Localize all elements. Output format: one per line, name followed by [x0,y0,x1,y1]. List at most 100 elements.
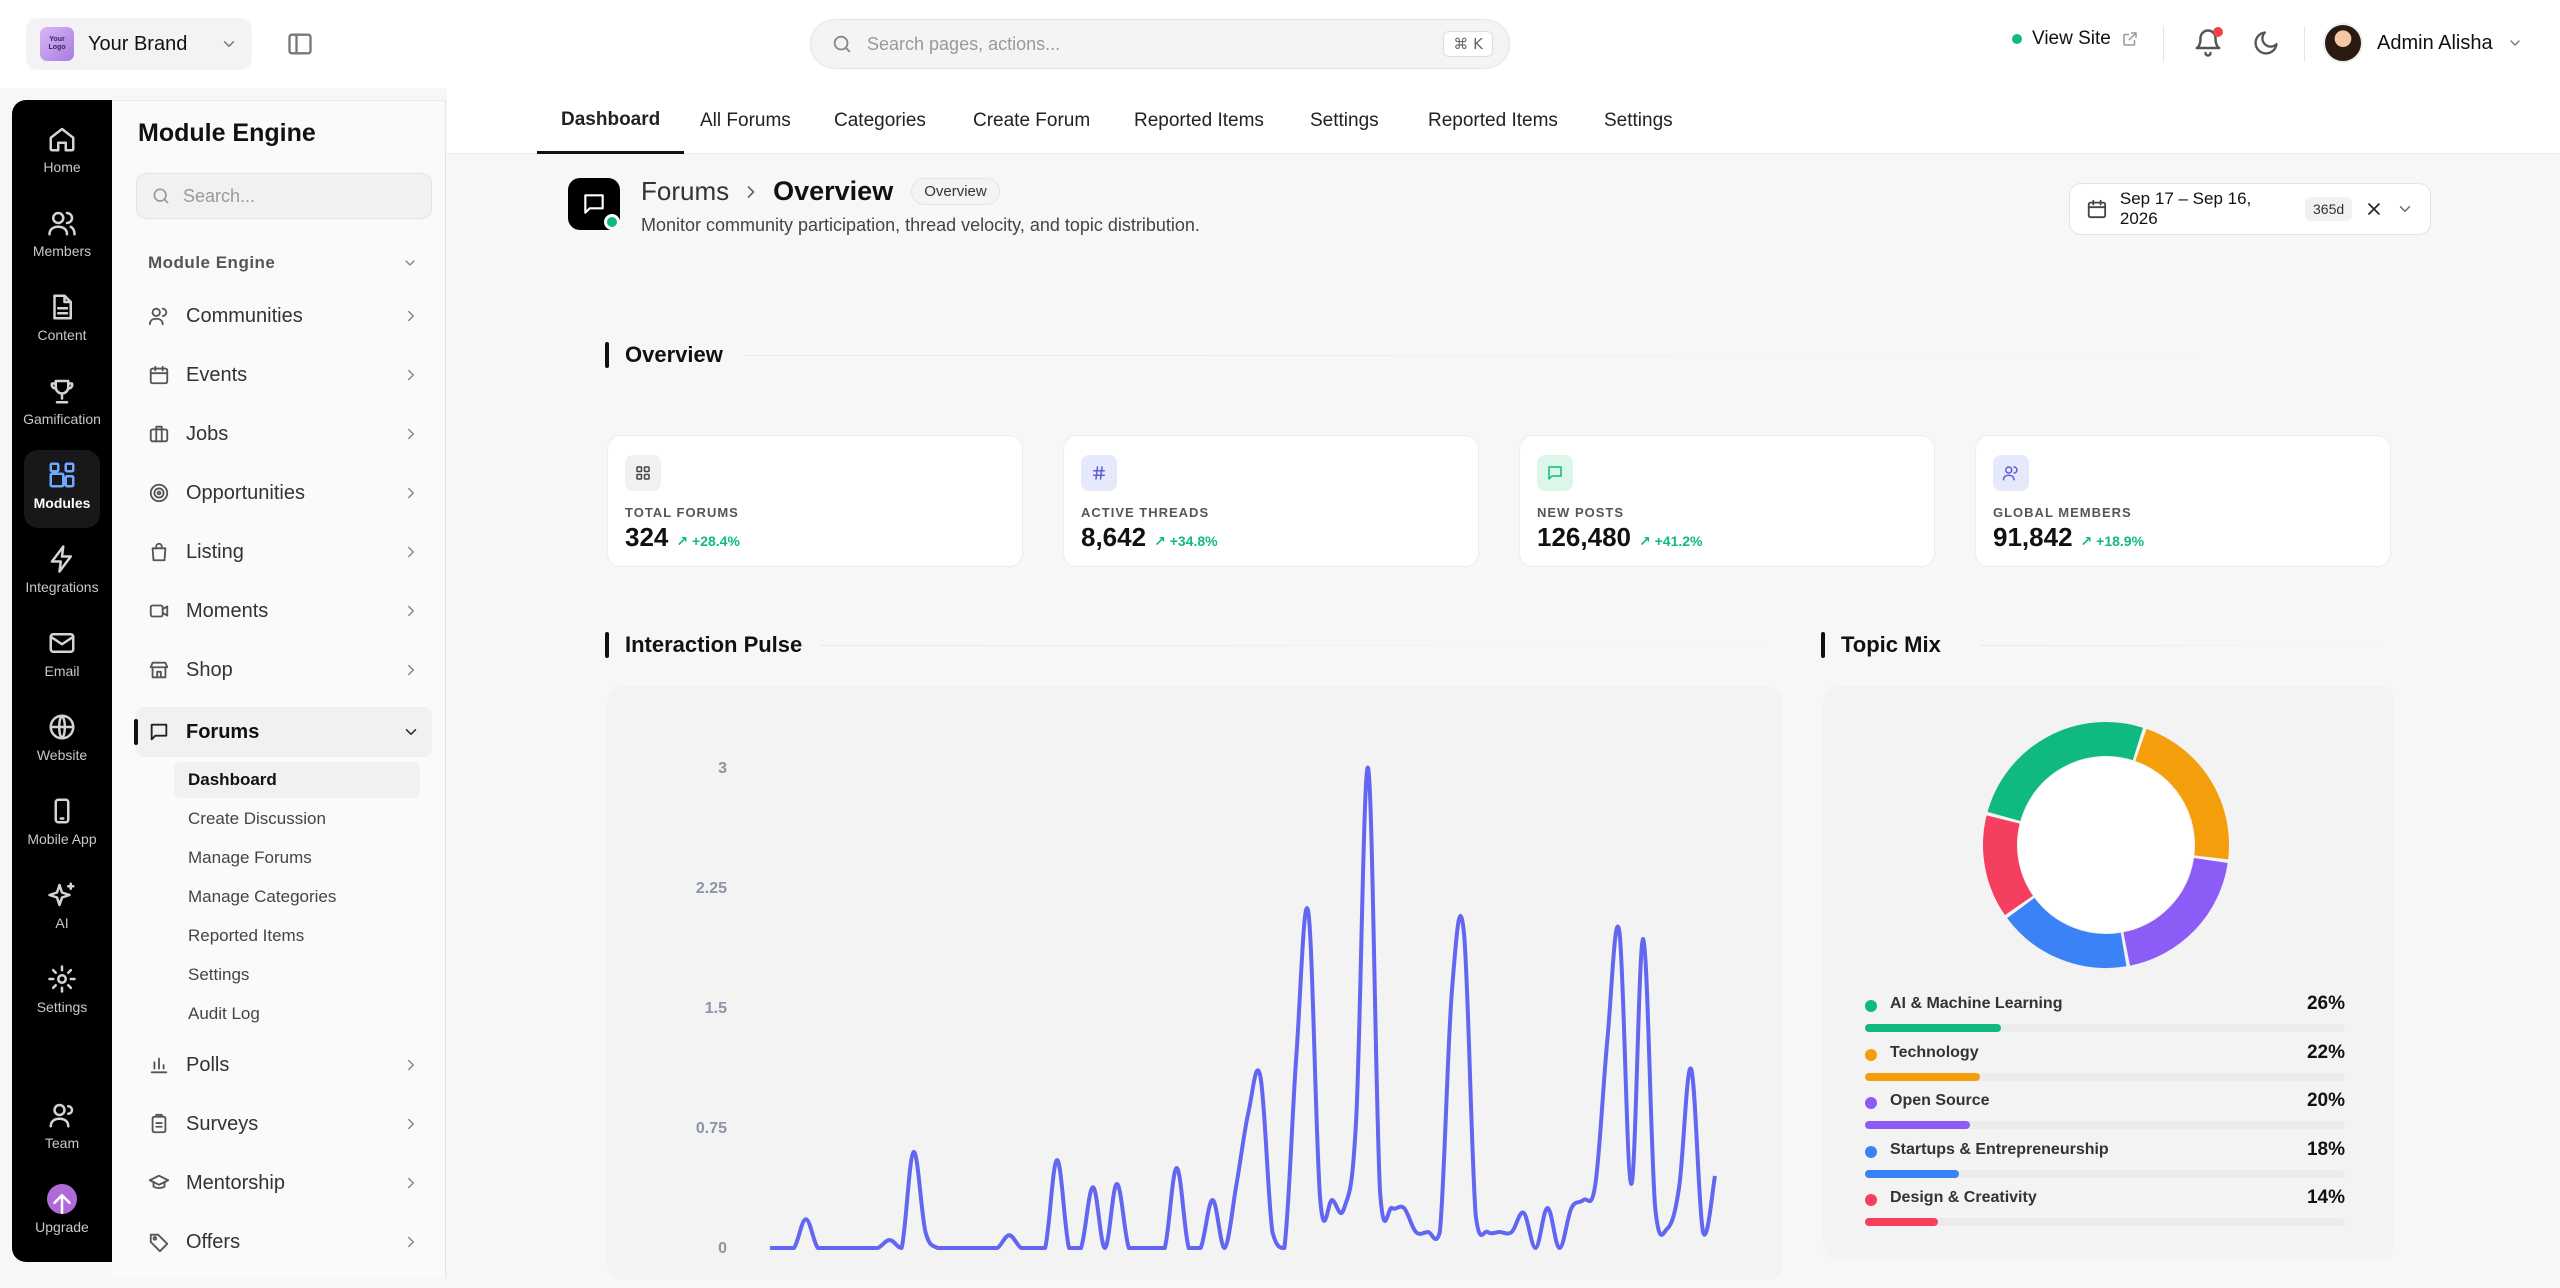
rail-item-content[interactable]: Content [12,282,112,360]
sub-item-manage-categories[interactable]: Manage Categories [174,879,420,915]
rail-label: Email [44,663,80,679]
external-link-icon [2123,32,2137,46]
message-icon [1537,455,1573,491]
stat-label: NEW POSTS [1537,505,1625,520]
nav-item-label: Communities [186,304,303,327]
chevron-down-icon[interactable] [2396,200,2414,218]
rail-item-upgrade[interactable]: Upgrade [12,1174,112,1252]
chevron-right-icon [408,1236,414,1248]
nav-item-events[interactable]: Events [136,350,432,400]
legend-dot [1865,1000,1877,1012]
tab-reported-items-2[interactable]: Reported Items [1428,88,1558,154]
tab-settings[interactable]: Settings [1310,88,1379,154]
page-title: Overview [773,176,894,206]
sidebar-toggle-icon[interactable] [286,30,314,58]
nav-item-shop[interactable]: Shop [136,645,432,695]
divider [2304,26,2305,62]
stat-label: GLOBAL MEMBERS [1993,505,2132,520]
nav-item-label: Listing [186,540,244,563]
sub-item-settings[interactable]: Settings [174,957,420,993]
rail-item-website[interactable]: Website [12,702,112,780]
rail-item-settings[interactable]: Settings [12,954,112,1032]
avatar [2323,23,2363,63]
rail-item-integrations[interactable]: Integrations [12,534,112,612]
chevron-right-icon [408,1059,414,1071]
stat-label: TOTAL FORUMS [625,505,739,520]
stat-delta: ↗ +28.4% [676,533,740,549]
sparkles-icon [48,882,75,907]
nav-item-label: Moments [186,599,269,622]
sub-item-reported-items[interactable]: Reported Items [174,918,420,954]
globe-icon [49,714,75,740]
view-site-link[interactable]: View Site [2012,28,2139,50]
module-panel: Module Engine Search... Module Engine Co… [112,100,446,1278]
stat-value: 126,480 [1537,522,1631,552]
chevron-right-icon [408,1118,414,1130]
rail-item-home[interactable]: Home [12,114,112,192]
series-line [770,765,1717,1250]
sub-item-create-discussion[interactable]: Create Discussion [174,801,420,837]
chevron-down-icon [405,729,417,735]
breadcrumb-parent[interactable]: Forums [641,176,729,207]
group-header[interactable]: Module Engine [148,253,418,273]
trophy-icon [50,379,74,404]
nav-item-opportunities[interactable]: Opportunities [136,468,432,518]
tab-settings-2[interactable]: Settings [1604,88,1673,154]
rail-item-team[interactable]: Team [12,1090,112,1168]
rail-item-modules[interactable]: Modules [24,450,100,528]
y-tick-label: 2.25 [696,880,727,897]
brand-switcher[interactable]: Your Logo Your Brand [26,18,252,70]
rail-label: Settings [36,999,88,1015]
briefcase-icon [149,425,169,443]
rail-item-members[interactable]: Members [12,198,112,276]
brand-logo: Your Logo [40,27,74,61]
legend-bar [1865,1072,1981,1081]
chevron-down-icon [2509,40,2520,46]
tab-reported-items[interactable]: Reported Items [1134,88,1264,154]
nav-item-mentorship[interactable]: Mentorship [136,1158,432,1208]
chevron-right-icon [408,1177,414,1189]
search-shortcut: ⌘ K [1443,31,1493,57]
nav-item-communities[interactable]: Communities [136,291,432,341]
tab-all-forums[interactable]: All Forums [700,88,791,154]
user-menu[interactable]: Admin Alisha [2323,23,2523,63]
divider [2163,26,2164,62]
sub-item-dashboard[interactable]: Dashboard [174,762,420,798]
nav-item-moments[interactable]: Moments [136,586,432,636]
panel-search-input[interactable]: Search... [136,173,432,219]
nav-item-offers[interactable]: Offers [136,1217,432,1267]
legend-value: 18% [2306,1138,2345,1160]
date-range-picker[interactable]: Sep 17 – Sep 16, 2026 365d [2069,183,2431,235]
section-title-text: Topic Mix [1841,632,1941,657]
rail-label: Mobile App [27,831,97,847]
nav-item-jobs[interactable]: Jobs [136,409,432,459]
rail-item-gamification[interactable]: Gamification [12,366,112,444]
nav-item-forums[interactable]: Forums [134,707,432,757]
y-tick-label: 0 [718,1240,727,1257]
section-accent [1821,632,1825,658]
nav-item-label: Mentorship [186,1171,285,1194]
tab-dashboard[interactable]: Dashboard [537,88,685,154]
rail-label: Home [43,159,81,175]
rail-item-ai[interactable]: AI [12,870,112,948]
icon-rail: Home Members Content Gamification Module… [12,100,112,1262]
moon-icon[interactable] [2252,29,2280,57]
stat-delta: ↗ +18.9% [2080,533,2145,549]
tab-categories[interactable]: Categories [834,88,926,154]
global-search-input[interactable]: Search pages, actions... ⌘ K [810,19,1510,69]
gear-icon [48,965,76,993]
close-icon[interactable] [2364,199,2384,219]
tab-bar: Dashboard All Forums Categories Create F… [447,88,2560,154]
nav-item-listing[interactable]: Listing [136,527,432,577]
nav-item-label: Polls [186,1053,230,1076]
bolt-icon [50,545,72,573]
nav-item-surveys[interactable]: Surveys [136,1099,432,1149]
y-tick-label: 3 [718,760,727,777]
stat-value: 8,642 [1081,522,1147,552]
rail-item-mobile-app[interactable]: Mobile App [12,786,112,864]
sub-item-manage-forums[interactable]: Manage Forums [174,840,420,876]
sub-item-audit-log[interactable]: Audit Log [174,996,420,1032]
tab-create-forum[interactable]: Create Forum [973,88,1090,154]
nav-item-polls[interactable]: Polls [136,1040,432,1090]
rail-item-email[interactable]: Email [12,618,112,696]
